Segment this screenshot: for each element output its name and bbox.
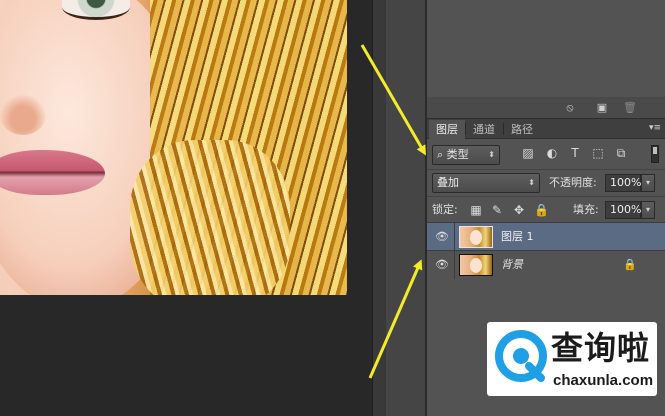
thumbnail-face <box>470 258 482 273</box>
panel-dock-gap <box>386 0 426 416</box>
blend-mode-dropdown[interactable]: 叠加 ⬍ <box>432 173 540 193</box>
tab-channels[interactable]: 通道 <box>466 120 502 139</box>
lock-position-icon[interactable]: ✥ <box>512 203 526 217</box>
watermark: 查询啦 chaxunla.com <box>487 322 657 396</box>
type-filter-icon[interactable]: T <box>568 146 582 160</box>
chevron-updown-icon: ⬍ <box>488 150 495 159</box>
eye-icon[interactable]: 👁 <box>435 258 449 272</box>
layer-filter-row: ⌕ 类型 ⬍ ▨ ◐ T ⬚ ⧉ <box>427 141 665 169</box>
layer-row[interactable]: 👁 图层 1 <box>427 222 665 251</box>
canvas-photo[interactable] <box>0 0 347 295</box>
search-icon: ⌕ <box>437 148 444 161</box>
opacity-label: 不透明度: <box>549 176 597 189</box>
fill-input[interactable]: 100% <box>605 201 641 219</box>
toggle-knob <box>653 147 657 154</box>
image-filter-icon[interactable]: ▨ <box>521 146 535 160</box>
lock-all-icon[interactable]: 🔒 <box>534 203 549 217</box>
watermark-domain: chaxunla.com <box>553 372 654 389</box>
canvas-area[interactable] <box>0 0 372 416</box>
layer-row[interactable]: 👁 背景 🔒 <box>427 250 665 279</box>
new-item-icon[interactable]: ▣ <box>595 101 609 115</box>
panel-menu-icon[interactable]: ▾≡ <box>649 123 661 133</box>
layer-thumbnail <box>459 226 493 248</box>
panel-tabs: 图层 通道 路径 ▾≡ <box>427 119 665 139</box>
layer-divider <box>454 251 455 279</box>
filter-toggle-switch[interactable] <box>651 145 659 163</box>
blend-mode-value: 叠加 <box>437 176 459 189</box>
tab-paths[interactable]: 路径 <box>504 120 540 139</box>
opacity-input[interactable]: 100% <box>605 174 641 192</box>
fill-dropdown-arrow[interactable]: ▾ <box>641 201 655 219</box>
trash-icon[interactable]: 🗑 <box>623 101 637 115</box>
photoshop-window: ⦸ ▣ 🗑 图层 通道 路径 ▾≡ ⌕ 类型 ⬍ ▨ ◐ T ⬚ ⧉ 叠加 ⬍ … <box>0 0 665 416</box>
chevron-updown-icon: ⬍ <box>528 178 535 187</box>
thumbnail-face <box>470 230 482 245</box>
smart-object-filter-icon[interactable]: ⧉ <box>614 146 628 160</box>
lock-row: 锁定: ▦ ✎ ✥ 🔒 填充: 100% ▾ <box>427 196 665 222</box>
layer-name[interactable]: 图层 1 <box>501 223 534 251</box>
lock-label: 锁定: <box>432 203 458 216</box>
watermark-logo-icon <box>495 330 547 382</box>
layer-name[interactable]: 背景 <box>501 251 523 279</box>
no-entry-icon[interactable]: ⦸ <box>563 101 577 115</box>
shape-filter-icon[interactable]: ⬚ <box>591 146 605 160</box>
lock-image-icon[interactable]: ✎ <box>490 203 504 217</box>
lock-icon: 🔒 <box>623 258 637 271</box>
filter-kind-dropdown[interactable]: ⌕ 类型 ⬍ <box>432 145 500 165</box>
photo-hair-lower <box>130 140 290 295</box>
tab-layers[interactable]: 图层 <box>429 120 465 139</box>
photo-lips <box>0 150 105 195</box>
photo-nose <box>0 95 46 135</box>
watermark-chinese: 查询啦 <box>551 329 651 367</box>
adjustment-filter-icon[interactable]: ◐ <box>545 146 559 160</box>
fill-label: 填充: <box>573 203 599 216</box>
lock-transparent-icon[interactable]: ▦ <box>469 203 483 217</box>
eye-icon[interactable]: 👁 <box>435 230 449 244</box>
filter-kind-label: 类型 <box>446 148 469 161</box>
blend-row: 叠加 ⬍ 不透明度: 100% ▾ <box>427 169 665 195</box>
layer-thumbnail <box>459 254 493 276</box>
layer-divider <box>454 223 455 251</box>
upper-panel <box>427 0 665 97</box>
panel-collapse-strip[interactable] <box>372 0 386 416</box>
upper-panel-footer: ⦸ ▣ 🗑 <box>427 97 665 119</box>
opacity-dropdown-arrow[interactable]: ▾ <box>641 174 655 192</box>
